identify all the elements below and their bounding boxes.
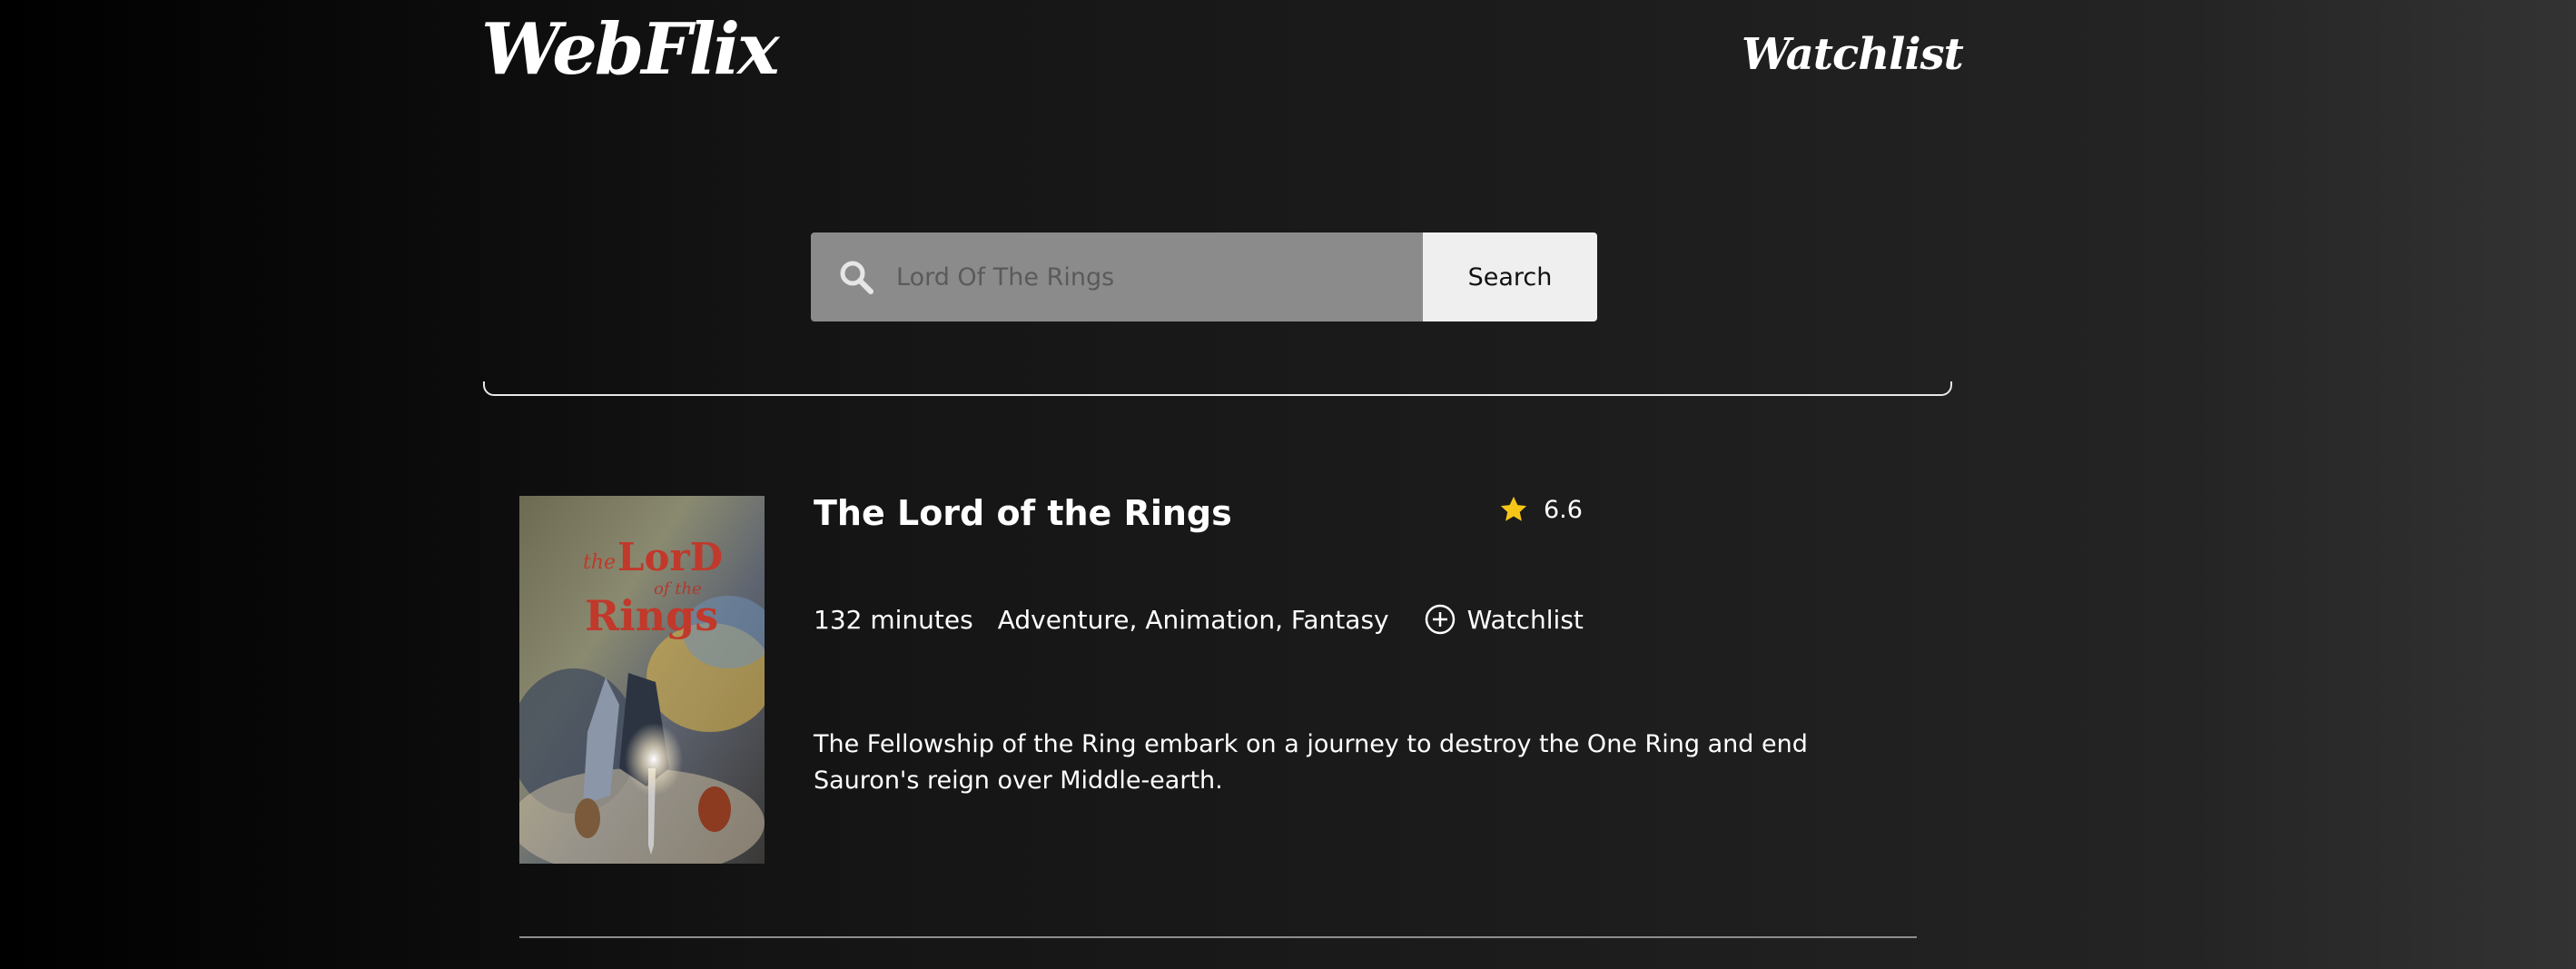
genres: Adventure, Animation, Fantasy: [997, 604, 1389, 635]
plus-circle-icon: [1424, 603, 1456, 636]
search-bar: Search: [811, 232, 1597, 321]
item-divider: [519, 936, 1917, 938]
search-icon: [838, 259, 874, 295]
movie-plot: The Fellowship of the Ring embark on a j…: [814, 730, 1808, 795]
rating: 6.6: [1498, 494, 1583, 525]
logo[interactable]: WebFlix: [481, 11, 780, 89]
movie-meta: 132 minutes Adventure, Animation, Fantas…: [814, 603, 1584, 636]
star-icon: [1498, 494, 1529, 525]
search-input[interactable]: [894, 249, 1423, 305]
watchlist-label: Watchlist: [1466, 604, 1584, 635]
header-divider: [483, 381, 1952, 396]
nav-watchlist-link[interactable]: Watchlist: [1742, 29, 1964, 82]
poster-title-word: LorD: [617, 535, 723, 579]
rating-value: 6.6: [1544, 495, 1583, 524]
movie-poster: the LorD of the Rings: [519, 496, 765, 864]
search-field[interactable]: [811, 232, 1423, 321]
search-button[interactable]: Search: [1423, 232, 1597, 321]
add-to-watchlist-button[interactable]: Watchlist: [1424, 603, 1584, 636]
poster-title-word: the: [583, 551, 616, 574]
runtime: 132 minutes: [814, 604, 973, 635]
movie-title[interactable]: The Lord of the Rings: [814, 493, 1232, 535]
poster-title-word: Rings: [585, 591, 718, 640]
